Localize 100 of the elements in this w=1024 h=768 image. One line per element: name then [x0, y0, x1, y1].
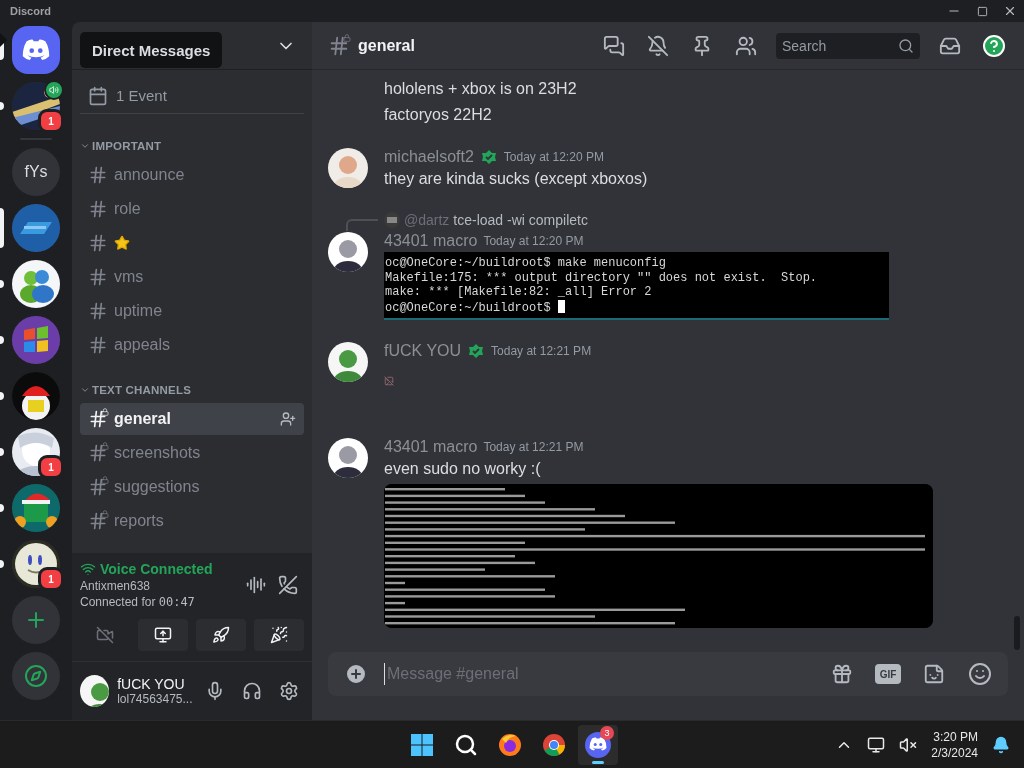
message-time: Today at 12:21 PM: [483, 440, 584, 454]
user-name: fUCK YOU: [117, 676, 186, 692]
bell-off-icon: [647, 34, 669, 57]
server-icon[interactable]: [12, 204, 60, 252]
discord-app-icon[interactable]: [585, 731, 611, 758]
sound-wave-icon: [246, 575, 266, 595]
home-button[interactable]: [12, 26, 60, 74]
terminal-line: oc@OneCore:~/buildroot$: [385, 299, 889, 315]
reply-mention: @dartz: [404, 212, 450, 228]
clock-time[interactable]: 3:20 PM: [933, 728, 978, 745]
channel-item[interactable]: suggestions: [80, 471, 304, 503]
user-avatar[interactable]: [328, 438, 368, 478]
window-title: Discord: [10, 5, 51, 17]
user-avatar[interactable]: [328, 342, 368, 382]
server-icon[interactable]: fYs: [12, 148, 60, 196]
settings-icon: [279, 681, 300, 701]
scrollbar-thumb: [1014, 616, 1020, 650]
signal-icon: [80, 561, 96, 577]
message-text: factoryos 22H2: [383, 105, 493, 125]
broken-image-icon: [384, 376, 394, 386]
volume-muted-icon[interactable]: [899, 735, 918, 754]
category-header[interactable]: IMPORTANT: [80, 134, 304, 158]
soundboard-button[interactable]: [254, 619, 304, 651]
hash-icon: [88, 165, 108, 185]
cursor-icon: [557, 299, 565, 313]
discover-button[interactable]: [12, 652, 60, 700]
calendar-icon: [88, 85, 108, 106]
author-name[interactable]: michaelsoft2: [384, 148, 474, 166]
user-avatar[interactable]: [328, 148, 368, 188]
discord-logo-icon: [22, 39, 50, 61]
phone-off-icon: [278, 575, 298, 595]
channel-item[interactable]: general: [80, 403, 304, 435]
server-icon[interactable]: [12, 260, 60, 308]
locked-hash-icon: [88, 477, 108, 497]
message-input[interactable]: Message #general: [384, 663, 816, 685]
add-server-button[interactable]: [12, 596, 60, 644]
message-time: Today at 12:20 PM: [503, 150, 604, 164]
search-field[interactable]: Search: [776, 32, 920, 59]
channel-item[interactable]: appeals: [80, 329, 304, 361]
help-icon: [982, 33, 1006, 58]
invite-icon[interactable]: [280, 411, 296, 427]
events-label: 1 Event: [116, 87, 167, 104]
notification-bell-icon[interactable]: [992, 735, 1010, 754]
notification-badge: 3: [600, 725, 614, 740]
search-icon[interactable]: [454, 732, 478, 757]
hash-icon: [88, 267, 108, 287]
video-off-icon: [96, 626, 114, 644]
unread-badge: 1: [38, 109, 64, 133]
channel-item[interactable]: vms: [80, 261, 304, 293]
smiley-icon: [968, 662, 992, 686]
message-time: Today at 12:21 PM: [491, 344, 592, 358]
locked-hash-icon: [88, 443, 108, 463]
headphones-icon: [242, 681, 263, 701]
network-icon[interactable]: [867, 735, 886, 754]
discord-logo-icon: [589, 737, 607, 752]
author-name[interactable]: 43401 macro: [384, 232, 478, 250]
message-text: even sudo no worky :(: [384, 459, 542, 479]
channel-item[interactable]: reports: [80, 505, 304, 537]
unread-badge: 1: [38, 567, 64, 591]
maximize-icon: [976, 5, 988, 17]
user-avatar[interactable]: [80, 675, 110, 707]
server-icon[interactable]: [12, 484, 60, 532]
message-field[interactable]: Message #general GIF: [328, 652, 1008, 696]
rocket-icon: [212, 626, 230, 644]
gif-button[interactable]: GIF: [875, 664, 901, 684]
channel-item[interactable]: uptime: [80, 295, 304, 327]
threads-icon: [603, 34, 625, 57]
locked-hash-icon: [328, 34, 350, 57]
attach-button[interactable]: [344, 662, 368, 686]
server-icon[interactable]: [12, 316, 60, 364]
chrome-icon[interactable]: [542, 732, 566, 757]
members-icon: [735, 34, 757, 57]
server-icon[interactable]: [12, 372, 60, 420]
active-indicator: [592, 760, 604, 764]
message-text: hololens + xbox is on 23H2: [383, 79, 578, 99]
firefox-icon[interactable]: [498, 732, 522, 757]
author-name[interactable]: fUCK YOU: [384, 342, 462, 360]
tooltip: Direct Messages: [80, 32, 223, 68]
channel-item[interactable]: role: [80, 193, 304, 225]
reply-line: [346, 219, 378, 231]
sticker-icon: [923, 663, 945, 685]
voice-channel-name[interactable]: Antixmen638: [80, 579, 240, 593]
windows-start-icon[interactable]: [410, 732, 434, 757]
author-name[interactable]: 43401 macro: [384, 438, 478, 456]
connection-duration: Connected for 00:47: [80, 595, 196, 609]
gift-icon: [831, 663, 853, 685]
terminal-line: make: *** [Makefile:82: _all] Error 2: [385, 285, 653, 300]
reply-text: tce-load -wi compiletc: [453, 212, 588, 228]
events-item[interactable]: 1 Event: [80, 78, 304, 114]
compass-icon: [24, 664, 48, 688]
channel-item[interactable]: announce: [80, 159, 304, 191]
user-avatar[interactable]: [328, 232, 368, 272]
channel-item[interactable]: screenshots: [80, 437, 304, 469]
terminal-line: oc@OneCore:~/buildroot$ make menuconfig: [385, 256, 667, 271]
terminal-line: Makefile:175: *** output directory "" does not exist. Stop.: [385, 270, 819, 285]
clock-date[interactable]: 2/3/2024: [931, 744, 978, 761]
screen-share-button[interactable]: [138, 619, 188, 651]
star-icon: [114, 235, 130, 251]
activity-button[interactable]: [196, 619, 246, 651]
category-header[interactable]: TEXT CHANNELS: [80, 378, 304, 402]
